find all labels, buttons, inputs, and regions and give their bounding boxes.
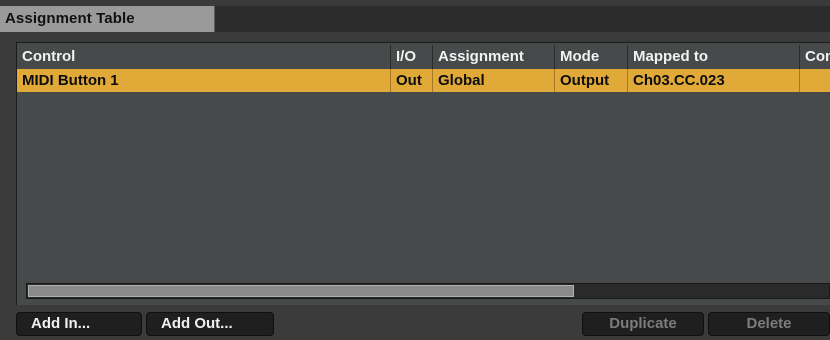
horizontal-scrollbar[interactable] [26, 283, 830, 299]
column-header-control[interactable]: Control [17, 45, 391, 69]
add-out-button[interactable]: Add Out... [146, 312, 274, 336]
column-header-mode[interactable]: Mode [555, 45, 628, 69]
scrollbar-thumb[interactable] [28, 285, 574, 297]
duplicate-button[interactable]: Duplicate [582, 312, 704, 336]
cell-mapped-to: Ch03.CC.023 [628, 69, 800, 92]
cell-control: MIDI Button 1 [17, 69, 391, 92]
cell-io: Out [391, 69, 433, 92]
column-header-assignment[interactable]: Assignment [433, 45, 555, 69]
table-header: Control I/O Assignment Mode Mapped to Co… [17, 45, 830, 69]
column-header-cond[interactable]: Cond [800, 45, 830, 69]
panel-title: Assignment Table [5, 10, 135, 27]
assignment-table: Control I/O Assignment Mode Mapped to Co… [16, 42, 830, 305]
cell-cond [800, 69, 830, 92]
column-header-mapped-to[interactable]: Mapped to [628, 45, 800, 69]
cell-assignment: Global [433, 69, 555, 92]
add-in-button[interactable]: Add In... [16, 312, 142, 336]
column-header-io[interactable]: I/O [391, 45, 433, 69]
assignment-table-tab[interactable]: Assignment Table [0, 6, 215, 32]
cell-mode: Output [555, 69, 628, 92]
table-row[interactable]: MIDI Button 1 Out Global Output Ch03.CC.… [17, 69, 830, 92]
delete-button[interactable]: Delete [708, 312, 830, 336]
